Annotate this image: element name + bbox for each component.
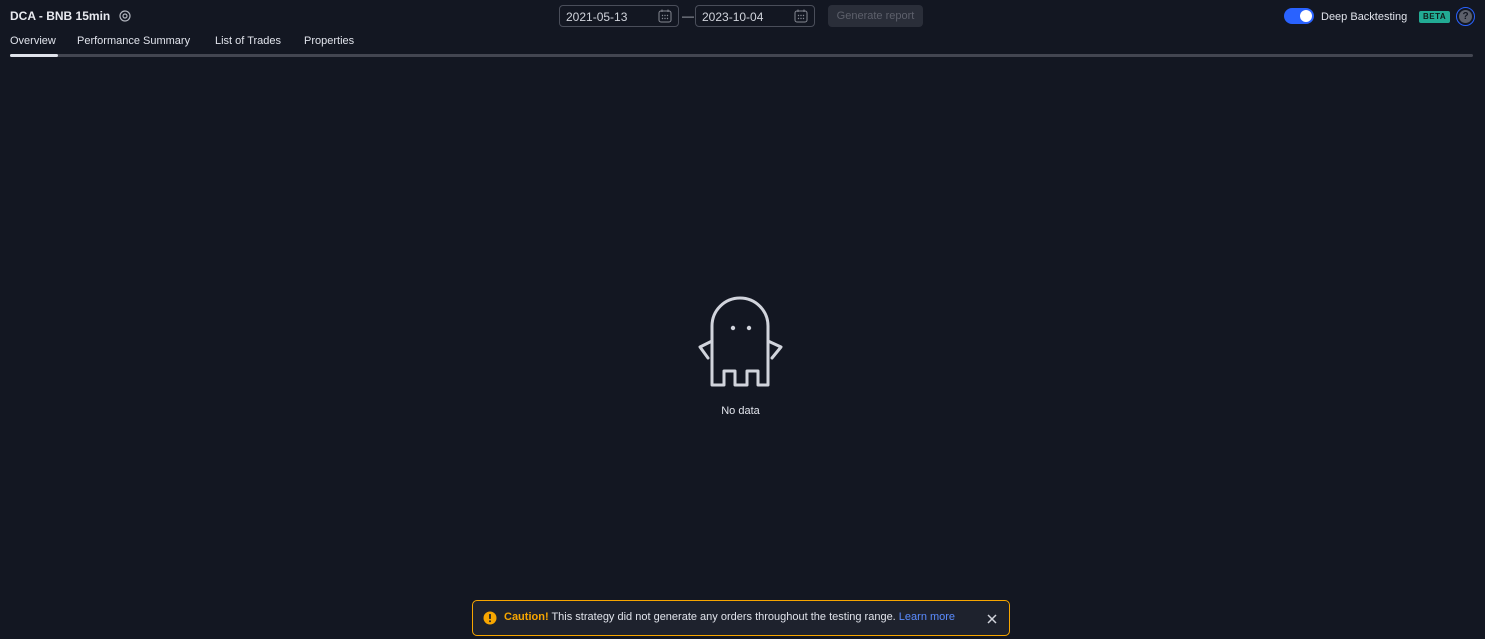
close-icon[interactable] (986, 612, 998, 624)
toggle-knob (1300, 10, 1312, 22)
beta-badge: BETA (1419, 11, 1451, 23)
settings-icon[interactable] (118, 9, 132, 23)
deep-backtesting-toggle[interactable] (1284, 8, 1314, 24)
caution-message: Caution! This strategy did not generate … (504, 611, 955, 623)
calendar-icon[interactable] (658, 9, 672, 23)
tab-list-of-trades[interactable]: List of Trades (215, 35, 281, 47)
tab-overview[interactable]: Overview (10, 35, 56, 47)
start-date-value: 2021-05-13 (566, 10, 628, 24)
end-date-value: 2023-10-04 (702, 10, 764, 24)
warning-icon (483, 611, 497, 625)
no-data-message: No data (721, 405, 760, 417)
tab-properties[interactable]: Properties (304, 35, 354, 47)
ghost-icon (697, 295, 784, 389)
caution-banner: Caution! This strategy did not generate … (472, 600, 1010, 636)
deep-backtesting-label: Deep Backtesting (1321, 11, 1408, 23)
tab-track (10, 54, 1473, 57)
start-date-input[interactable]: 2021-05-13 (559, 5, 679, 27)
caution-title: Caution! (504, 611, 549, 623)
calendar-icon[interactable] (794, 9, 808, 23)
strategy-tester-panel: DCA - BNB 15min 2021-05-13 — 2023-10-04 (0, 0, 1485, 639)
end-date-input[interactable]: 2023-10-04 (695, 5, 815, 27)
strategy-title[interactable]: DCA - BNB 15min (10, 9, 110, 23)
active-tab-indicator (10, 54, 58, 57)
date-range-separator: — (682, 9, 694, 23)
generate-report-button[interactable]: Generate report (828, 5, 923, 27)
tab-performance-summary[interactable]: Performance Summary (77, 35, 190, 47)
help-symbol: ? (1459, 10, 1472, 23)
learn-more-link[interactable]: Learn more (899, 611, 955, 623)
help-icon[interactable]: ? (1456, 7, 1475, 26)
caution-body: This strategy did not generate any order… (548, 611, 899, 623)
